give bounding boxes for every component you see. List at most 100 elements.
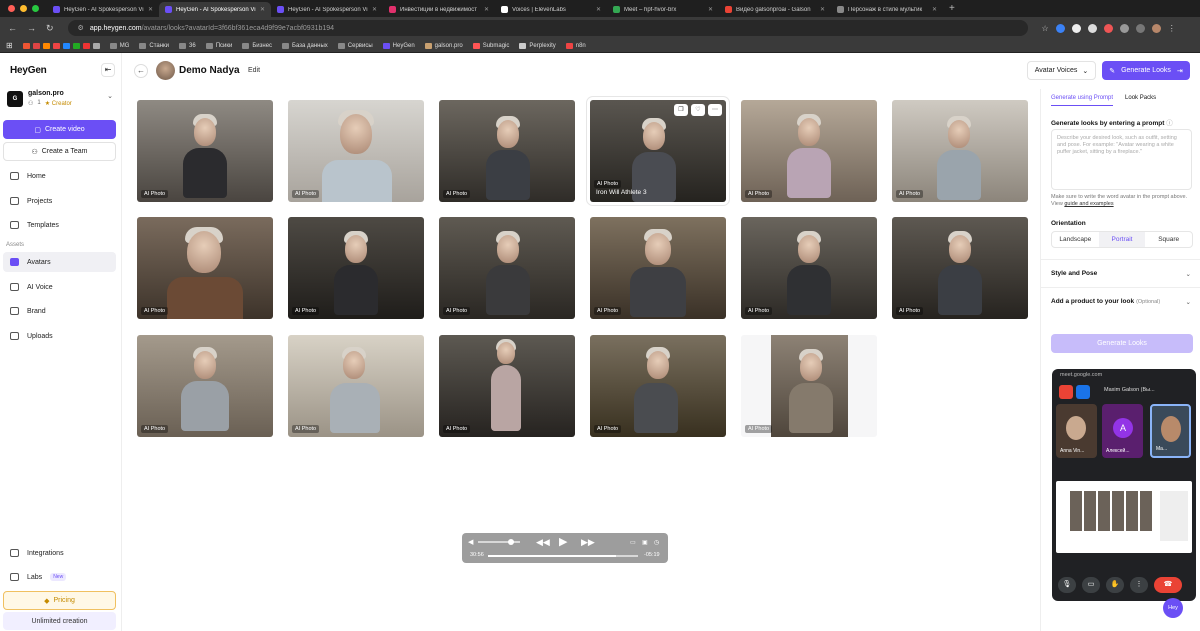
info-icon[interactable]: ⓘ — [1166, 120, 1173, 127]
heart-icon[interactable]: ♡ — [691, 104, 705, 116]
site-info-icon[interactable]: ⚙ — [78, 24, 84, 32]
sidebar-item-templates[interactable]: Templates — [3, 215, 116, 235]
bookmark-item[interactable]: Станки — [139, 42, 169, 49]
menu-dots-icon[interactable]: ⋮ — [1168, 24, 1176, 33]
look-card[interactable]: AI Photo — [288, 335, 424, 437]
look-card[interactable]: AI Photo — [137, 100, 273, 202]
pip-icon[interactable]: ▣ — [642, 539, 648, 546]
look-card[interactable]: AI Photo — [741, 217, 877, 319]
profile-avatar[interactable] — [1151, 23, 1161, 33]
sidebar-item-ai-voice[interactable]: AI Voice — [3, 277, 116, 297]
tab-generate-using-prompt[interactable]: Generate using Prompt — [1051, 95, 1114, 106]
downloads-icon[interactable] — [1135, 23, 1145, 33]
media-player-overlay[interactable]: ◀︎ ◀◀ ▶ ▶▶ ▭ ▣ ◷ 30:56 -05:19 — [462, 533, 668, 563]
look-card-selected[interactable]: ❐ ♡ ⋯ AI Photo Iron Will Athlete 3 — [590, 100, 726, 202]
bookmark-item[interactable]: Бизнес — [242, 42, 272, 49]
look-card[interactable]: AI Photo — [137, 335, 273, 437]
browser-tab[interactable]: Видео galsonproai - Galson ✕ — [719, 2, 831, 17]
bookmark-item[interactable]: HeyGen — [382, 42, 415, 49]
look-card[interactable]: AI Photo — [288, 100, 424, 202]
look-card[interactable]: AI Photo — [590, 217, 726, 319]
close-icon[interactable]: ✕ — [708, 6, 713, 13]
bookmark-item[interactable]: galson.pro — [424, 42, 463, 49]
look-card[interactable]: AI Photo — [439, 100, 575, 202]
window-controls[interactable] — [0, 5, 47, 12]
close-icon[interactable]: ✕ — [260, 6, 265, 13]
generate-looks-submit-button[interactable]: Generate Looks — [1051, 334, 1193, 353]
sidebar-item-avatars[interactable]: Avatars — [3, 252, 116, 272]
guide-link[interactable]: guide and examples — [1064, 201, 1113, 207]
close-icon[interactable]: ✕ — [148, 6, 153, 13]
browser-tab[interactable]: Персонаж в стиле мультик ✕ — [831, 2, 943, 17]
back-arrow-icon[interactable]: ← — [8, 23, 17, 34]
pricing-button[interactable]: ◆ Pricing — [3, 591, 116, 610]
fast-forward-icon[interactable]: ▶▶ — [581, 537, 595, 548]
forward-arrow-icon[interactable]: → — [27, 23, 36, 34]
look-card[interactable]: AI Photo — [439, 335, 575, 437]
orientation-landscape[interactable]: Landscape — [1052, 232, 1099, 247]
speed-icon[interactable]: ◷ — [654, 539, 659, 546]
bookmark-item[interactable]: MG — [109, 42, 129, 49]
browser-tab-active[interactable]: HeyGen - AI Spokesperson Vi ✕ — [159, 2, 271, 17]
url-input[interactable]: ⚙ app.heygen.com/avatars/looks?avatarId=… — [67, 20, 1028, 36]
bookmark-item[interactable]: 36 — [179, 42, 196, 49]
airplay-icon[interactable]: ▭ — [630, 539, 636, 546]
camera-icon[interactable]: ▭ — [1082, 577, 1100, 593]
apps-grid-icon[interactable]: ⊞ — [6, 41, 13, 50]
look-card[interactable]: AI Photo — [741, 335, 877, 437]
sidebar-item-home[interactable]: Home — [3, 166, 116, 186]
look-card[interactable]: AI Photo — [741, 100, 877, 202]
sidebar-item-projects[interactable]: Projects — [3, 191, 116, 211]
unlimited-creation-button[interactable]: Unlimited creation — [3, 612, 116, 630]
progress-track[interactable] — [488, 555, 638, 557]
create-team-button[interactable]: ⚇ Create a Team — [3, 142, 116, 161]
sidebar-item-uploads[interactable]: Uploads — [3, 326, 116, 346]
extension-icon[interactable] — [1103, 23, 1113, 33]
look-card[interactable]: AI Photo — [590, 335, 726, 437]
avatar-voices-dropdown[interactable]: Avatar Voices ⌄ — [1027, 61, 1096, 80]
close-window-button[interactable] — [8, 5, 15, 12]
volume-icon[interactable]: ◀︎ — [468, 538, 473, 546]
extension-icon[interactable] — [1055, 23, 1065, 33]
collapse-sidebar-icon[interactable]: ⇤ — [101, 63, 115, 77]
browser-tab[interactable]: Инвестиции в недвижимост ✕ — [383, 2, 495, 17]
hey-assistant-button[interactable]: Hey — [1163, 598, 1183, 618]
bookmark-favicons[interactable] — [22, 42, 100, 49]
add-product-accordion[interactable]: Add a product to your look (Optional) ⌄ — [1041, 287, 1200, 315]
bookmark-star-icon[interactable]: ☆ — [1042, 24, 1049, 33]
prompt-textarea[interactable]: Describe your desired look, such as outf… — [1051, 129, 1192, 190]
generate-looks-button[interactable]: ✎ Generate Looks ⇥ — [1102, 61, 1190, 80]
copy-icon[interactable]: ❐ — [674, 104, 688, 116]
edit-button[interactable]: Edit — [241, 63, 268, 78]
sidebar-item-integrations[interactable]: Integrations — [3, 543, 116, 563]
more-dots-icon[interactable]: ⋮ — [1130, 577, 1148, 593]
bookmark-item[interactable]: База данных — [282, 42, 328, 49]
look-card[interactable]: AI Photo — [439, 217, 575, 319]
extension-icon[interactable] — [1071, 23, 1081, 33]
close-icon[interactable]: ✕ — [596, 6, 601, 13]
mic-icon[interactable]: 🎙 — [1058, 577, 1076, 593]
reload-icon[interactable]: ↻ — [46, 23, 54, 34]
back-button[interactable]: ← — [134, 64, 148, 78]
pen-icon[interactable] — [1076, 385, 1090, 399]
look-card[interactable]: AI Photo — [288, 217, 424, 319]
more-dots-icon[interactable]: ⋯ — [708, 104, 722, 116]
bookmark-item[interactable]: Сервисы — [337, 42, 373, 49]
bookmark-item[interactable]: Perplexity — [519, 42, 556, 49]
play-icon[interactable]: ▶ — [559, 535, 567, 548]
look-card[interactable]: AI Photo — [137, 217, 273, 319]
browser-tab[interactable]: Meet – hpf-hvor-brx ✕ — [607, 2, 719, 17]
participant-tile[interactable]: Ma... — [1150, 404, 1191, 458]
close-icon[interactable]: ✕ — [932, 6, 937, 13]
browser-tab[interactable]: HeyGen - AI Spokesperson Vi ✕ — [271, 2, 383, 17]
raise-hand-icon[interactable]: ✋ — [1106, 577, 1124, 593]
participant-tile[interactable]: A Алексей... — [1102, 404, 1143, 458]
tab-look-packs[interactable]: Look Packs — [1125, 95, 1156, 106]
bookmark-item[interactable]: Псики — [205, 42, 232, 49]
minimize-window-button[interactable] — [20, 5, 27, 12]
volume-knob[interactable] — [508, 539, 514, 545]
create-video-button[interactable]: ▢ Create video — [3, 120, 116, 139]
browser-tab[interactable]: HeyGen - AI Spokesperson Vi ✕ — [47, 2, 159, 17]
extension-icon[interactable] — [1087, 23, 1097, 33]
sidebar-item-brand[interactable]: Brand — [3, 301, 116, 321]
